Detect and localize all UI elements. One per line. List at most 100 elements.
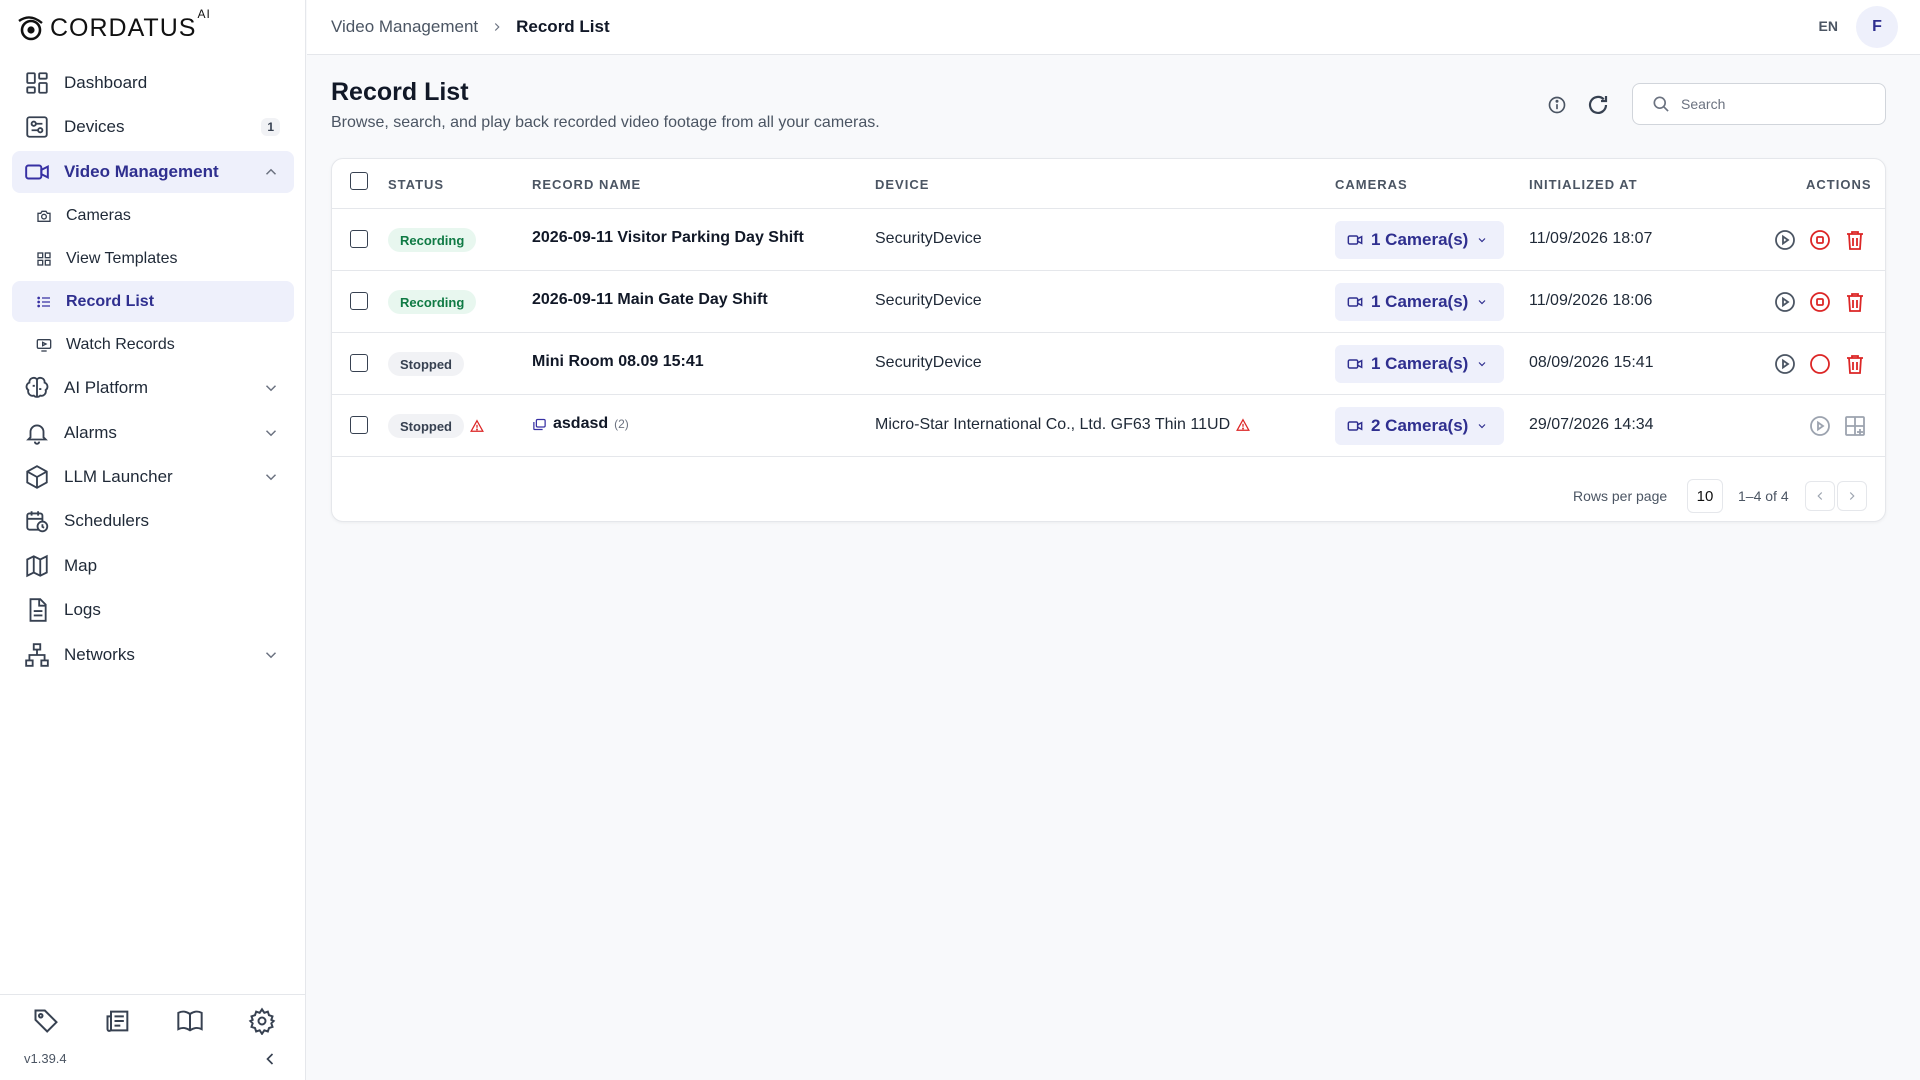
devices-count-badge: 1 [261,118,280,137]
chevron-down-icon[interactable] [262,468,280,486]
chevron-down-icon[interactable] [262,646,280,664]
status-badge: Recording [388,290,477,314]
play-icon[interactable] [1773,228,1797,252]
devices-icon [26,116,48,139]
record-name[interactable]: 2026-09-11 Main Gate Day Shift [532,291,768,309]
cameras-count: 1 Camera(s) [1371,354,1469,373]
sidebar-footer: v1.39.4 [0,994,306,1080]
add-to-view-template-icon[interactable] [1843,414,1867,438]
sidebar-item-label: Networks [64,644,135,664]
chevron-down-icon[interactable] [262,379,280,397]
warning-icon [1236,418,1251,431]
stop-recording-icon[interactable] [1808,228,1832,252]
start-recording-icon[interactable] [1808,352,1832,376]
row-checkbox[interactable] [350,292,368,310]
sidebar: CORDATUSAI Dashboard Devices 1 Video Man… [0,0,306,1080]
bell-icon [26,424,48,445]
trash-icon[interactable] [1843,290,1867,314]
network-icon [25,642,49,667]
trash-icon[interactable] [1843,228,1867,252]
row-checkbox[interactable] [350,230,368,248]
sidebar-item-ai-platform[interactable]: AI Platform [12,367,294,409]
chevron-down-icon [1478,424,1486,429]
language-switcher[interactable]: EN [1819,18,1838,34]
column-header-device[interactable]: DEVICE [875,177,929,192]
row-checkbox[interactable] [350,416,368,434]
sidebar-subitem-record-list[interactable]: Record List [12,281,294,323]
app-logo[interactable]: CORDATUSAI [16,7,211,42]
pagination: Rows per page 10 1–4 of 4 [332,471,1885,521]
column-header-status[interactable]: STATUS [388,177,444,192]
previous-page-button[interactable] [1805,481,1835,511]
sidebar-item-video-management[interactable]: Video Management [12,150,294,193]
document-icon [29,598,47,622]
sidebar-item-alarms[interactable]: Alarms [12,412,294,454]
stop-recording-icon[interactable] [1808,290,1832,314]
video-camera-icon [1347,235,1363,245]
camera-icon [37,210,51,222]
search-input[interactable] [1681,96,1871,112]
play-icon[interactable] [1773,290,1797,314]
sidebar-item-llm-launcher[interactable]: LLM Launcher [12,456,294,498]
sidebar-item-label: Video Management [64,161,219,181]
column-header-actions: ACTIONS [1806,177,1872,192]
cameras-dropdown[interactable]: 1 Camera(s) [1335,345,1505,383]
info-icon[interactable] [1547,95,1567,115]
column-header-cameras[interactable]: CAMERAS [1335,177,1408,192]
cameras-dropdown[interactable]: 1 Camera(s) [1335,221,1505,259]
cameras-count: 2 Camera(s) [1371,416,1469,435]
play-icon[interactable] [1808,414,1832,438]
cameras-dropdown[interactable]: 2 Camera(s) [1335,407,1505,445]
sidebar-subitem-cameras[interactable]: Cameras [12,195,294,236]
sidebar-item-map[interactable]: Map [12,545,294,587]
tag-icon[interactable] [32,1007,60,1035]
settings-gear-icon[interactable] [248,1007,276,1035]
select-all-checkbox[interactable] [350,172,368,190]
collapse-sidebar-icon[interactable] [260,1049,280,1069]
chevron-down-icon[interactable] [262,424,280,442]
records-table: STATUS RECORD NAME DEVICE CAMERAS INITIA… [331,158,1886,522]
record-name[interactable]: 2026-09-11 Visitor Parking Day Shift [532,229,804,247]
row-checkbox[interactable] [350,354,368,372]
user-avatar[interactable]: F [1856,6,1898,48]
video-camera-icon [25,164,49,180]
sidebar-item-label: Schedulers [64,511,150,531]
chevron-up-icon[interactable] [262,163,280,181]
table-row[interactable]: Recording 2026-09-11 Main Gate Day Shift… [332,271,1885,333]
breadcrumb-video-management[interactable]: Video Management [331,17,478,37]
sidebar-subitem-watch-records[interactable]: Watch Records [12,324,294,365]
record-name[interactable]: Mini Room 08.09 15:41 [532,353,704,371]
table-row[interactable]: Stopped asdasd (2) Micro-Star Internatio… [332,395,1885,457]
column-header-record-name[interactable]: RECORD NAME [532,177,641,192]
book-icon[interactable] [176,1007,204,1035]
trash-icon[interactable] [1843,352,1867,376]
next-page-button[interactable] [1837,481,1867,511]
newspaper-icon[interactable] [104,1007,132,1035]
chevron-right-icon [494,23,500,31]
sidebar-item-networks[interactable]: Networks [12,634,294,676]
table-row[interactable]: Recording 2026-09-11 Visitor Parking Day… [332,209,1885,271]
play-icon[interactable] [1773,352,1797,376]
sidebar-subitem-view-templates[interactable]: View Templates [12,238,294,279]
sidebar-item-logs[interactable]: Logs [12,589,294,631]
chevron-right-icon [1849,492,1855,500]
cameras-dropdown[interactable]: 1 Camera(s) [1335,283,1505,321]
page-subtitle: Browse, search, and play back recorded v… [331,114,880,131]
rows-per-page-select[interactable]: 10 [1687,479,1723,513]
grid-icon [37,252,51,266]
sidebar-item-devices[interactable]: Devices 1 [12,106,294,148]
chevron-down-icon [1478,362,1486,367]
monitor-play-icon [36,338,52,352]
table-row[interactable]: Stopped Mini Room 08.09 15:41 SecurityDe… [332,333,1885,395]
sidebar-item-schedulers[interactable]: Schedulers [12,500,294,542]
sidebar-item-dashboard[interactable]: Dashboard [12,62,294,104]
logo-eye-icon [18,16,43,41]
device-name: SecurityDevice [875,292,982,309]
initialized-at: 29/07/2026 14:34 [1529,416,1654,433]
column-header-initialized-at[interactable]: INITIALIZED AT [1529,177,1638,192]
calendar-clock-icon [26,511,49,533]
sidebar-item-label: Map [64,555,98,575]
refresh-icon[interactable] [1586,93,1610,117]
list-icon [37,296,50,308]
record-name[interactable]: asdasd (2) [532,415,629,433]
